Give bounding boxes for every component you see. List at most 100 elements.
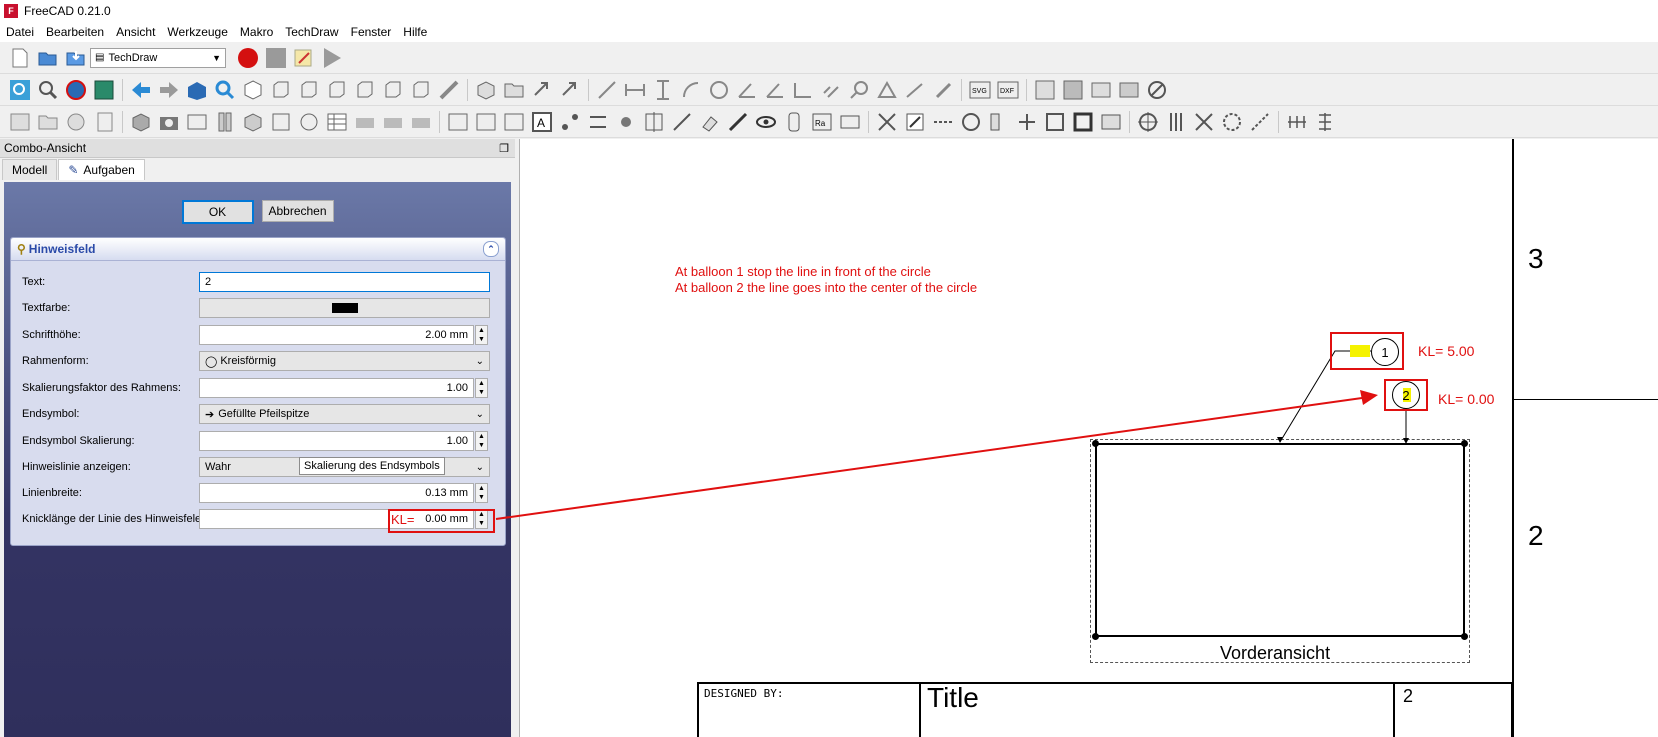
landmark-icon[interactable] <box>931 78 955 102</box>
scale-spinner[interactable]: ▲ ▼ <box>475 378 488 398</box>
rear-view-icon[interactable] <box>353 78 377 102</box>
cancel-button[interactable]: Abbrechen <box>261 200 334 222</box>
fit-all-icon[interactable] <box>8 78 32 102</box>
circle-centerlines-icon[interactable] <box>1192 110 1216 134</box>
linewidth-spinner[interactable]: ▲ ▼ <box>475 483 488 503</box>
zoom-icon[interactable] <box>213 78 237 102</box>
center-line-icon[interactable] <box>586 110 610 134</box>
geometric-hatch-icon[interactable] <box>1061 78 1085 102</box>
shape-select[interactable]: ◯ Kreisförmig ⌄ <box>199 351 490 371</box>
link-icon[interactable] <box>530 78 554 102</box>
record-macro-button[interactable] <box>236 46 260 70</box>
spin-up-icon[interactable]: ▲ <box>478 380 485 387</box>
center-mark-icon[interactable] <box>1136 110 1160 134</box>
hole-shaft-fit-icon[interactable] <box>838 110 862 134</box>
insert-view-icon[interactable] <box>129 110 153 134</box>
top-view-icon[interactable] <box>297 78 321 102</box>
scale-input[interactable]: 1.00 <box>199 378 474 398</box>
weld-symbol-icon[interactable] <box>875 78 899 102</box>
export-dxf-icon[interactable]: DXF <box>996 78 1020 102</box>
dimension-horizontal-icon[interactable] <box>623 78 647 102</box>
remove-cosmetic-icon[interactable] <box>875 110 899 134</box>
edit-cosmetic-icon[interactable] <box>903 110 927 134</box>
annotation-icon[interactable]: A <box>530 110 554 134</box>
dimension-3pt-angle-icon[interactable] <box>763 78 787 102</box>
vertex-at-intersection-icon[interactable] <box>1071 110 1095 134</box>
midpoints-icon[interactable] <box>614 110 638 134</box>
cascade-dimension-icon[interactable] <box>1099 110 1123 134</box>
save-file-button[interactable] <box>64 46 88 70</box>
balloon-icon[interactable] <box>847 78 871 102</box>
symbol-icon[interactable] <box>1117 78 1141 102</box>
extend-line-icon[interactable] <box>1015 110 1039 134</box>
horizontal-extent-icon[interactable] <box>903 78 927 102</box>
back-arrow-icon[interactable] <box>129 78 153 102</box>
endscale-input[interactable]: 1.00 <box>199 431 474 451</box>
spin-up-icon[interactable]: ▲ <box>478 327 485 334</box>
spin-up-icon[interactable]: ▲ <box>478 485 485 492</box>
right-view-icon[interactable] <box>325 78 349 102</box>
decorate-line-icon[interactable] <box>726 110 750 134</box>
undock-icon[interactable]: ❐ <box>499 142 509 155</box>
stop-macro-button[interactable] <box>264 46 288 70</box>
open-file-button[interactable] <box>36 46 60 70</box>
toggle-frames-icon[interactable] <box>1145 78 1169 102</box>
fontsize-spinner[interactable]: ▲ ▼ <box>475 325 488 345</box>
spin-down-icon[interactable]: ▼ <box>478 442 485 449</box>
section-view-icon[interactable] <box>213 110 237 134</box>
dimension-extent-icon[interactable] <box>791 78 815 102</box>
tab-modell[interactable]: Modell <box>2 159 58 180</box>
drawing-page[interactable]: At balloon 1 stop the line in front of t… <box>519 139 1658 737</box>
chamfer-dimension-icon[interactable] <box>1248 110 1272 134</box>
part-icon[interactable] <box>474 78 498 102</box>
forward-arrow-icon[interactable] <box>157 78 181 102</box>
leader-line-icon[interactable] <box>446 110 470 134</box>
spin-down-icon[interactable]: ▼ <box>478 336 485 343</box>
horizontal-chain-dimension-icon[interactable] <box>1285 110 1309 134</box>
hatch-icon[interactable] <box>1033 78 1057 102</box>
export-svg-icon[interactable]: SVG <box>968 78 992 102</box>
bottom-view-icon[interactable] <box>381 78 405 102</box>
edit-macro-button[interactable] <box>292 46 316 70</box>
line-attributes-icon[interactable] <box>931 110 955 134</box>
arch-view-icon[interactable] <box>297 110 321 134</box>
two-line-center-line-icon[interactable] <box>670 110 694 134</box>
endsymbol-select[interactable]: ➔ Gefüllte Pfeilspitze ⌄ <box>199 404 490 424</box>
bounding-box-icon[interactable] <box>92 78 116 102</box>
dimension-vertical-icon[interactable] <box>651 78 675 102</box>
std-view-icon[interactable] <box>185 78 209 102</box>
image-icon[interactable] <box>1089 78 1113 102</box>
group-icon[interactable] <box>502 78 526 102</box>
cosmetic-vertex-group-icon[interactable] <box>558 110 582 134</box>
menu-techdraw[interactable]: TechDraw <box>279 25 344 39</box>
menu-werkzeuge[interactable]: Werkzeuge <box>161 25 233 39</box>
front-view-icon[interactable] <box>269 78 293 102</box>
print-all-icon[interactable] <box>92 110 116 134</box>
collapse-icon[interactable]: ⌃ <box>483 241 499 257</box>
face-center-line-icon[interactable] <box>642 110 666 134</box>
show-all-icon[interactable] <box>754 110 778 134</box>
balloon-section-header[interactable]: ⚲ Hinweisfeld ⌃ <box>11 238 505 261</box>
axis-lines-icon[interactable] <box>1164 110 1188 134</box>
new-file-button[interactable] <box>8 46 32 70</box>
clip-remove-icon[interactable] <box>409 110 433 134</box>
menu-ansicht[interactable]: Ansicht <box>110 25 161 39</box>
clip-add-icon[interactable] <box>381 110 405 134</box>
menu-bearbeiten[interactable]: Bearbeiten <box>40 25 110 39</box>
run-macro-button[interactable] <box>320 46 344 70</box>
hole-circle-icon[interactable] <box>959 110 983 134</box>
menu-hilfe[interactable]: Hilfe <box>397 25 433 39</box>
clip-group-icon[interactable] <box>353 110 377 134</box>
dimension-angle-icon[interactable] <box>735 78 759 102</box>
tab-aufgaben[interactable]: ✎ Aufgaben <box>58 159 145 180</box>
active-view-icon[interactable] <box>157 110 181 134</box>
linewidth-input[interactable]: 0.13 mm <box>199 483 474 503</box>
link-dimension-icon[interactable] <box>819 78 843 102</box>
menu-datei[interactable]: Datei <box>0 25 40 39</box>
dimension-radius-icon[interactable] <box>679 78 703 102</box>
dimension-length-icon[interactable] <box>595 78 619 102</box>
spin-down-icon[interactable]: ▼ <box>478 494 485 501</box>
link-actions-icon[interactable] <box>558 78 582 102</box>
endscale-spinner[interactable]: ▲ ▼ <box>475 431 488 451</box>
fit-selection-icon[interactable] <box>36 78 60 102</box>
